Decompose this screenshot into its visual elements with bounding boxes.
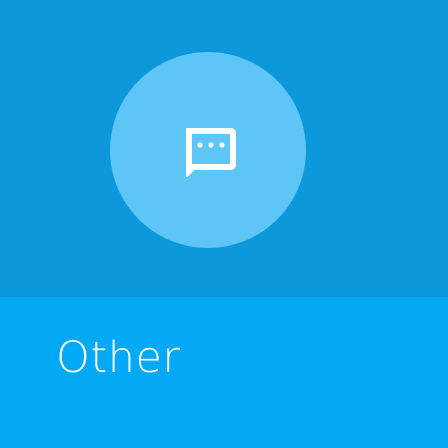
label-panel: Other [0, 297, 448, 448]
category-icon-circle[interactable] [110, 52, 306, 248]
chat-bubble-more-icon [186, 128, 236, 177]
category-screen: Other [0, 0, 448, 448]
icon-panel [0, 0, 448, 297]
category-label: Other [56, 333, 181, 383]
